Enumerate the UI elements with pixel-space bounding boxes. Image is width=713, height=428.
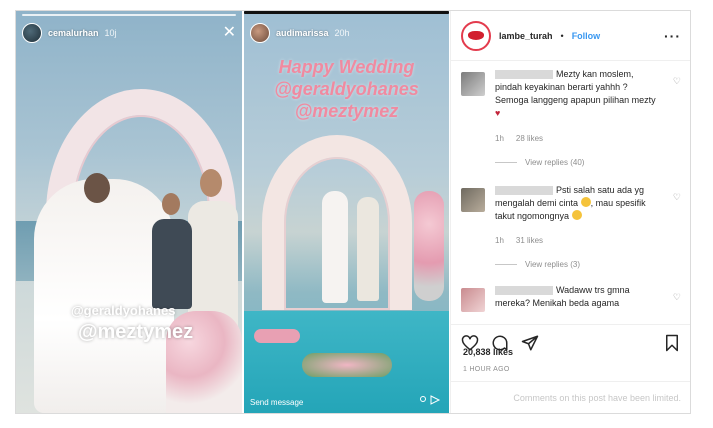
smile-emoji-icon xyxy=(580,197,591,207)
comment-text: Wadaww trs gmna mereka? Menikah beda aga… xyxy=(495,285,630,308)
instagram-post-frame: cemalurhan 10j ✕ @geraldyohanes @meztyme… xyxy=(15,10,691,414)
story-left: cemalurhan 10j ✕ @geraldyohanes @meztyme… xyxy=(16,11,242,413)
post-username[interactable]: lambe_turah xyxy=(499,31,553,41)
avatar[interactable] xyxy=(461,188,485,212)
story-overlay-text-1: Happy Wedding xyxy=(278,57,415,77)
story-username[interactable]: audimarissa xyxy=(276,28,329,38)
story-username[interactable]: cemalurhan xyxy=(48,28,99,38)
comment-meta: 1h 28 likes xyxy=(495,134,544,143)
view-replies-link[interactable]: View replies (40) xyxy=(495,158,584,167)
separator-dot: • xyxy=(560,30,564,41)
story-overlay-text-3: @meztymez xyxy=(294,101,399,121)
comments-limited-notice: Comments on this post have been limited. xyxy=(451,381,690,413)
comment-item: Psti salah satu ada yg mengalah demi cin… xyxy=(461,184,681,284)
comment-text: Mezty kan moslem, pindah keyakinan berar… xyxy=(495,69,656,118)
bride-figure xyxy=(322,191,348,303)
follow-button[interactable]: Follow xyxy=(572,31,601,41)
comment-meta: 1h 31 likes xyxy=(495,236,544,245)
heart-emoji: ♥ xyxy=(495,108,501,118)
story-mention-2[interactable]: @meztymez xyxy=(78,321,193,344)
avatar[interactable] xyxy=(461,72,485,96)
avatar[interactable] xyxy=(22,23,42,43)
post-sidebar: lambe_turah • Follow ··· Mezty kan mosle… xyxy=(450,11,690,413)
comments-list[interactable]: Mezty kan moslem, pindah keyakinan berar… xyxy=(451,62,690,324)
groom-figure xyxy=(357,197,379,301)
like-comment-icon[interactable]: ♡ xyxy=(673,192,681,203)
like-comment-icon[interactable]: ♡ xyxy=(673,292,681,303)
comment-text: Psti salah satu ada yg mengalah demi cin… xyxy=(495,185,646,221)
story-time: 10j xyxy=(104,28,117,38)
comment-item: Mezty kan moslem, pindah keyakinan berar… xyxy=(461,68,681,178)
story-right: audimarissa 20h Happy Wedding @geraldyoh… xyxy=(244,11,449,413)
post-timestamp[interactable]: 1 HOUR AGO xyxy=(463,366,510,373)
likes-count[interactable]: 20,838 likes xyxy=(463,347,513,357)
grin-emoji-icon xyxy=(571,210,582,220)
flower-arrangement xyxy=(414,191,444,301)
bookmark-icon[interactable] xyxy=(663,334,681,352)
post-header: lambe_turah • Follow ··· xyxy=(451,11,690,61)
lips-logo-icon xyxy=(468,31,484,40)
avatar[interactable] xyxy=(461,288,485,312)
story-time: 20h xyxy=(334,28,350,38)
like-comment-icon[interactable]: ♡ xyxy=(673,76,681,87)
share-paper-plane-icon[interactable] xyxy=(521,334,539,352)
commenter-name-redacted xyxy=(495,186,553,196)
view-replies-link[interactable]: View replies (3) xyxy=(495,260,580,269)
close-icon[interactable]: ✕ xyxy=(223,25,236,41)
commenter-name-redacted xyxy=(495,70,553,80)
story-mention-1[interactable]: @geraldyohanes xyxy=(71,303,175,318)
avatar[interactable] xyxy=(461,20,491,51)
commenter-name-redacted xyxy=(495,286,553,296)
comment-item: Wadaww trs gmna mereka? Menikah beda aga… xyxy=(461,284,681,324)
story-left-header: cemalurhan 10j ✕ xyxy=(22,21,236,45)
story-overlay-text-2: @geraldyohanes xyxy=(274,79,419,99)
story-right-header: audimarissa 20h xyxy=(250,21,443,45)
share-icon[interactable] xyxy=(419,395,441,407)
send-message-input[interactable]: Send message xyxy=(250,398,303,407)
more-options-icon[interactable]: ··· xyxy=(664,28,681,44)
avatar[interactable] xyxy=(250,23,270,43)
